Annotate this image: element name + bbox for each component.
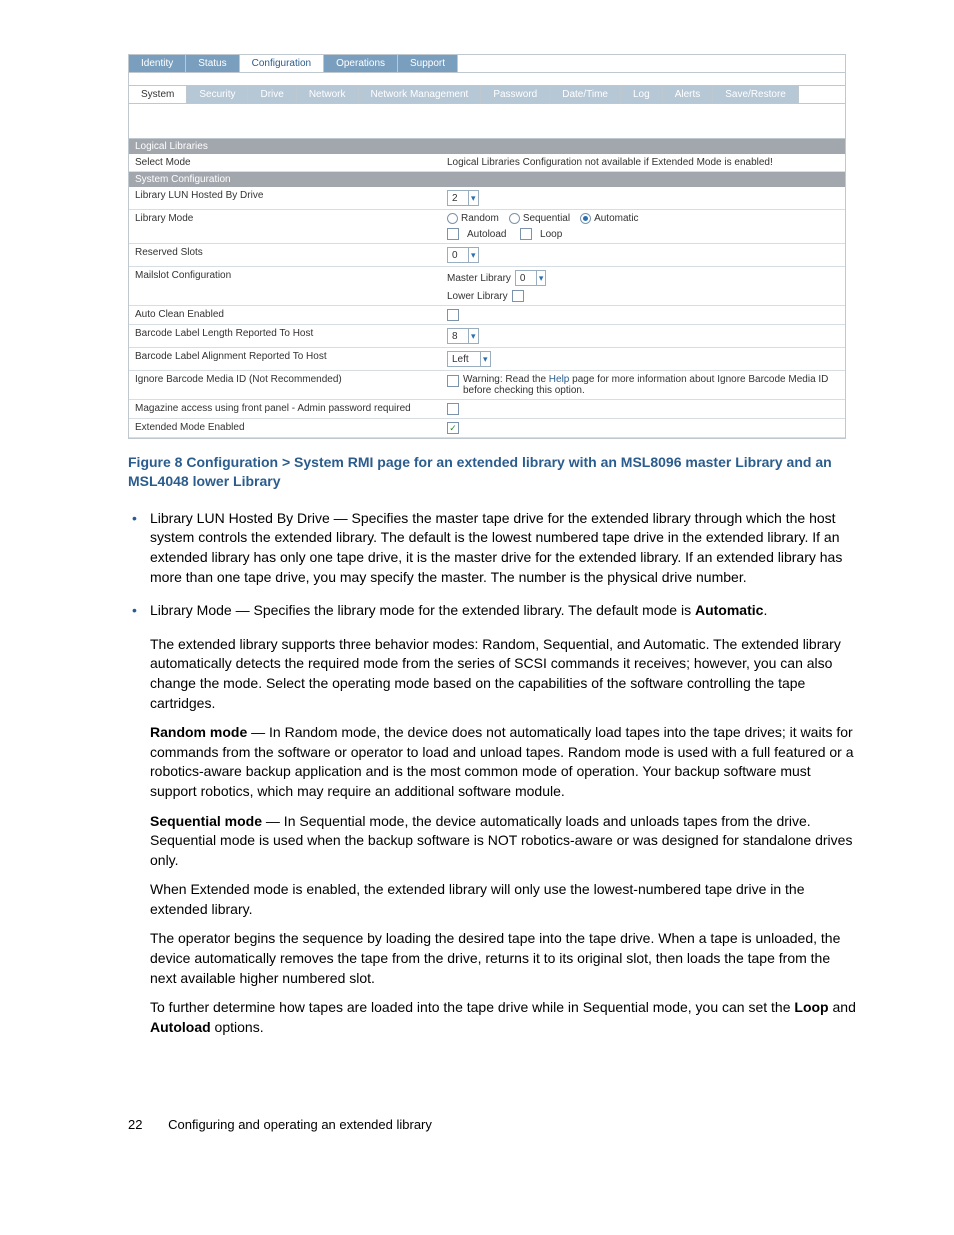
config-system-screenshot: Identity Status Configuration Operations… (128, 54, 846, 439)
radio-random[interactable]: Random (447, 213, 499, 224)
select-reserved-slots[interactable]: 0 ▾ (447, 247, 479, 263)
checkbox-autoload[interactable] (447, 228, 459, 240)
doc-bullet-list: Library LUN Hosted By Drive — Specifies … (128, 509, 856, 621)
help-link[interactable]: Help (549, 374, 570, 385)
checkbox-extended-mode[interactable]: ✓ (447, 422, 459, 434)
label-library-lun: Library LUN Hosted By Drive (129, 187, 441, 210)
tab-operations[interactable]: Operations (324, 55, 398, 72)
select-library-lun-value: 2 (448, 193, 468, 204)
select-reserved-slots-value: 0 (448, 250, 468, 261)
figure-caption: Figure 8 Configuration > System RMI page… (128, 453, 856, 491)
select-barcode-length-value: 8 (448, 331, 468, 342)
radio-icon (509, 213, 520, 224)
tab-security[interactable]: Security (187, 86, 248, 103)
radio-automatic-label: Automatic (594, 213, 638, 224)
checkbox-magazine-access[interactable] (447, 403, 459, 415)
doc-paragraph: The operator begins the sequence by load… (150, 929, 856, 988)
secondary-tabs: System Security Drive Network Network Ma… (129, 86, 845, 104)
doc-paragraph: The extended library supports three beha… (150, 635, 856, 713)
radio-sequential-label: Sequential (523, 213, 570, 224)
tab-datetime[interactable]: Date/Time (550, 86, 621, 103)
select-barcode-length[interactable]: 8 ▾ (447, 328, 479, 344)
tab-save-restore[interactable]: Save/Restore (713, 86, 799, 103)
tab-network-management[interactable]: Network Management (359, 86, 482, 103)
label-ignore-barcode: Ignore Barcode Media ID (Not Recommended… (129, 371, 441, 400)
section-system-configuration: System Configuration (129, 172, 845, 187)
tab-configuration[interactable]: Configuration (240, 55, 324, 72)
radio-random-label: Random (461, 213, 499, 224)
tab-alerts[interactable]: Alerts (663, 86, 714, 103)
select-library-lun[interactable]: 2 ▾ (447, 190, 479, 206)
select-mailslot-master[interactable]: 0 ▾ (515, 270, 547, 286)
mailslot-lower-label: Lower Library (447, 291, 508, 302)
label-mailslot: Mailslot Configuration (129, 267, 441, 306)
mailslot-master-label: Master Library (447, 273, 511, 284)
tab-drive[interactable]: Drive (248, 86, 296, 103)
select-mailslot-master-value: 0 (516, 273, 536, 284)
checkbox-autoload-label: Autoload (467, 229, 506, 240)
checkbox-ignore-barcode[interactable] (447, 375, 459, 387)
note-select-mode: Logical Libraries Configuration not avai… (441, 154, 845, 172)
tab-system[interactable]: System (129, 86, 187, 103)
doc-paragraph: Random mode — In Random mode, the device… (150, 723, 856, 801)
label-barcode-align: Barcode Label Alignment Reported To Host (129, 348, 441, 371)
list-item: Library Mode — Specifies the library mod… (128, 601, 856, 621)
chevron-down-icon: ▾ (468, 248, 478, 262)
label-select-mode: Select Mode (129, 154, 441, 172)
tab-status[interactable]: Status (186, 55, 239, 72)
checkbox-loop-label: Loop (540, 229, 562, 240)
label-auto-clean: Auto Clean Enabled (129, 306, 441, 325)
radio-icon (580, 213, 591, 224)
doc-paragraph: When Extended mode is enabled, the exten… (150, 880, 856, 919)
doc-paragraph: Sequential mode — In Sequential mode, th… (150, 812, 856, 871)
doc-paragraph: To further determine how tapes are loade… (150, 998, 856, 1037)
chevron-down-icon: ▾ (468, 191, 478, 205)
checkbox-auto-clean[interactable] (447, 309, 459, 321)
tab-log[interactable]: Log (621, 86, 663, 103)
label-library-mode: Library Mode (129, 210, 441, 244)
ignore-barcode-warning: Warning: Read the Help page for more inf… (463, 374, 839, 396)
select-barcode-align[interactable]: Left ▾ (447, 351, 491, 367)
list-item: Library LUN Hosted By Drive — Specifies … (128, 509, 856, 587)
section-logical-libraries: Logical Libraries (129, 139, 845, 154)
select-barcode-align-value: Left (448, 354, 480, 365)
chevron-down-icon: ▾ (536, 271, 546, 285)
label-magazine-access: Magazine access using front panel - Admi… (129, 400, 441, 419)
label-extended-mode: Extended Mode Enabled (129, 419, 441, 438)
chevron-down-icon: ▾ (468, 329, 478, 343)
chevron-down-icon: ▾ (480, 352, 490, 366)
label-barcode-length: Barcode Label Length Reported To Host (129, 325, 441, 348)
radio-icon (447, 213, 458, 224)
radio-sequential[interactable]: Sequential (509, 213, 570, 224)
radio-automatic[interactable]: Automatic (580, 213, 638, 224)
tab-identity[interactable]: Identity (129, 55, 186, 72)
tab-support[interactable]: Support (398, 55, 458, 72)
checkbox-mailslot-lower[interactable] (512, 290, 524, 302)
primary-tabs: Identity Status Configuration Operations… (129, 55, 845, 73)
checkbox-loop[interactable] (520, 228, 532, 240)
page-number: 22 (128, 1117, 142, 1132)
page-footer-title: Configuring and operating an extended li… (168, 1117, 432, 1132)
tab-password[interactable]: Password (481, 86, 550, 103)
page-footer: 22 Configuring and operating an extended… (128, 1117, 856, 1132)
label-reserved-slots: Reserved Slots (129, 244, 441, 267)
tab-network[interactable]: Network (297, 86, 359, 103)
